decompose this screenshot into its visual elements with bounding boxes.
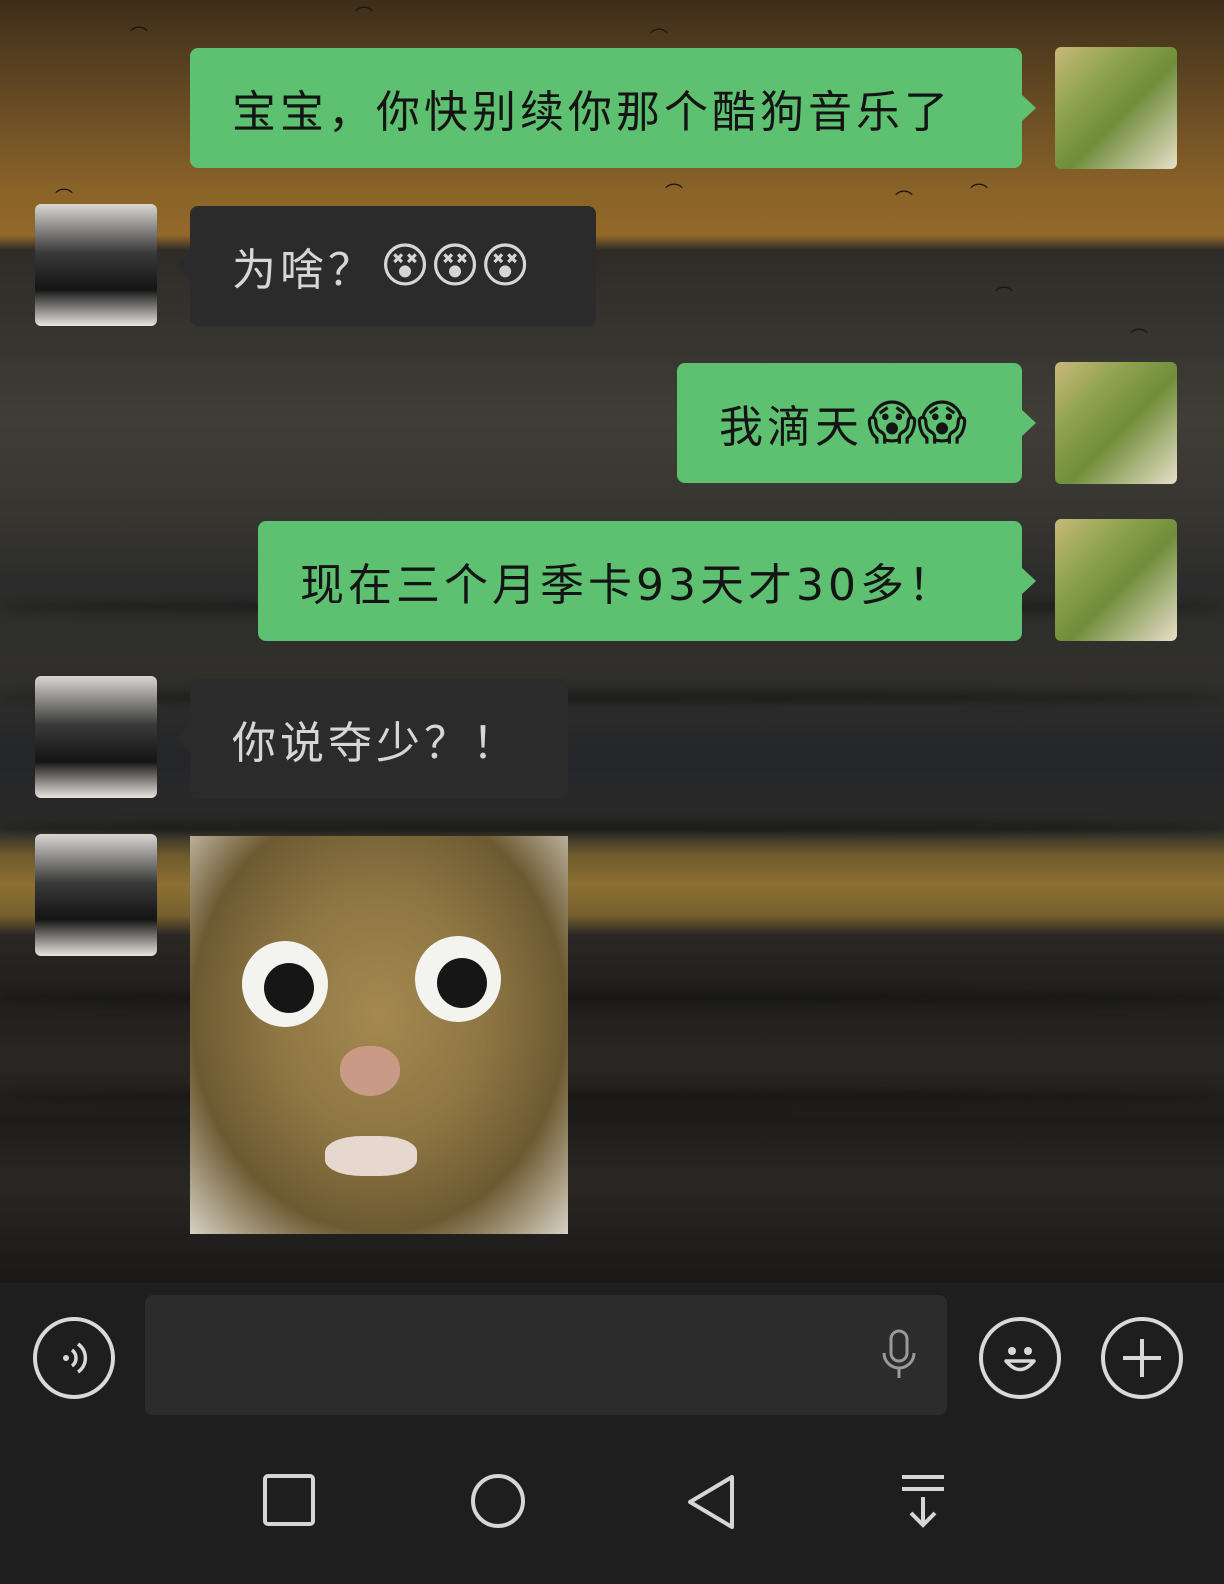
square-icon[interactable]: [262, 1473, 316, 1527]
bird: ⌒: [665, 183, 683, 204]
message-text: 你说夺少？！: [232, 718, 520, 769]
bird: ⌒: [970, 183, 988, 204]
pull-down-icon[interactable]: [898, 1473, 948, 1529]
wave: [0, 1090, 1224, 1104]
microphone-icon[interactable]: [881, 1329, 917, 1381]
plus-icon: [1123, 1339, 1161, 1377]
system-navigation-bar: [0, 1433, 1224, 1584]
voice-mode-icon: [63, 1342, 88, 1374]
input-bar: [0, 1283, 1224, 1433]
cat-eye: [242, 941, 328, 1027]
bird: ⌒: [650, 28, 668, 49]
wave: [0, 690, 1224, 704]
friend-avatar[interactable]: [35, 204, 157, 326]
bird: ⌒: [130, 26, 148, 47]
chat-background: ⌒ ⌒ ⌒ ⌒ ⌒ ⌒ ⌒ ⌒ ⌒: [0, 0, 1224, 1283]
emoji-button[interactable]: [979, 1317, 1061, 1399]
friend-avatar[interactable]: [35, 676, 157, 798]
message-bubble-theirs[interactable]: 你说夺少？！: [176, 679, 568, 799]
message-bubble-theirs[interactable]: 为啥？ 😵😵😵: [176, 206, 596, 326]
triangle-back-icon[interactable]: [684, 1473, 738, 1531]
message-text: 为啥？: [232, 245, 376, 296]
confused-emoji: 😵😵😵: [380, 238, 531, 294]
emoji-icon: [1004, 1347, 1036, 1372]
bird: ⌒: [1130, 328, 1148, 349]
message-bubble-mine[interactable]: 宝宝，你快别续你那个酷狗音乐了: [190, 48, 1036, 168]
my-avatar[interactable]: [1055, 47, 1177, 169]
friend-avatar[interactable]: [35, 834, 157, 956]
cat-mouth: [325, 1136, 417, 1176]
my-avatar[interactable]: [1055, 362, 1177, 484]
cat-nose: [340, 1046, 400, 1096]
message-bubble-mine[interactable]: 现在三个月季卡93天才30多！: [258, 521, 1036, 641]
circle-icon[interactable]: [470, 1473, 526, 1529]
my-avatar[interactable]: [1055, 519, 1177, 641]
message-text: 宝宝，你快别续你那个酷狗音乐了: [232, 87, 952, 138]
screaming-emoji: 😱😱: [867, 395, 968, 451]
message-input[interactable]: [145, 1295, 947, 1415]
bird: ⌒: [355, 6, 373, 27]
message-bubble-mine[interactable]: 我滴天 😱😱: [677, 363, 1036, 483]
surprised-cat-sticker[interactable]: [190, 836, 568, 1234]
message-text: 现在三个月季卡93天才30多！: [300, 560, 956, 611]
voice-mode-button[interactable]: [33, 1317, 115, 1399]
wave: [0, 820, 1224, 834]
bird: ⌒: [895, 190, 913, 211]
plus-button[interactable]: [1101, 1317, 1183, 1399]
message-text: 我滴天: [719, 402, 863, 453]
cat-eye: [415, 936, 501, 1022]
bird: ⌒: [995, 286, 1013, 307]
wave: [0, 990, 1224, 1004]
